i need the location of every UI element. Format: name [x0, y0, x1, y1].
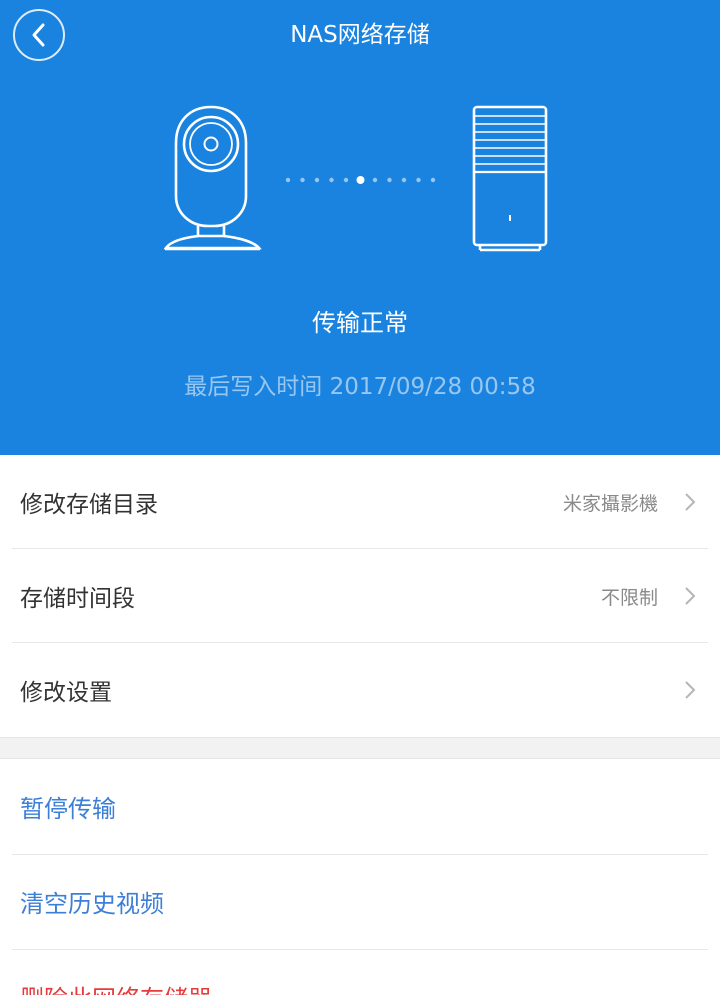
nas-storage-icon	[472, 105, 548, 252]
modify-settings-row[interactable]: 修改设置	[0, 643, 720, 737]
chevron-right-icon	[685, 493, 696, 511]
chevron-right-icon	[685, 681, 696, 699]
row-label: 修改设置	[20, 680, 112, 706]
settings-list: 修改存储目录 米家攝影機 存储时间段 不限制 修改设置	[0, 455, 720, 737]
status-header: NAS网络存储 传输正常 最后写入时间 2017/09/28 00:58	[0, 0, 720, 455]
last-write-time: 最后写入时间 2017/09/28 00:58	[184, 374, 536, 400]
transfer-illustration	[163, 105, 548, 252]
row-value: 米家攝影機	[562, 492, 658, 515]
row-label: 存储时间段	[20, 586, 135, 612]
storage-period-row[interactable]: 存储时间段 不限制	[0, 549, 720, 643]
row-value: 不限制	[600, 586, 658, 609]
actions-list: 暂停传输 清空历史视频 删除此网络存储器	[0, 759, 720, 995]
pause-transfer-button[interactable]: 暂停传输	[0, 759, 720, 854]
transfer-dots	[285, 176, 436, 184]
section-gap	[0, 737, 720, 759]
row-label: 修改存储目录	[20, 492, 158, 518]
remove-storage-button[interactable]: 删除此网络存储器	[0, 949, 720, 995]
chevron-right-icon	[685, 587, 696, 605]
transfer-status: 传输正常	[312, 309, 408, 337]
storage-directory-row[interactable]: 修改存储目录 米家攝影機	[0, 455, 720, 549]
clear-history-button[interactable]: 清空历史视频	[0, 854, 720, 949]
camera-icon	[163, 105, 262, 251]
